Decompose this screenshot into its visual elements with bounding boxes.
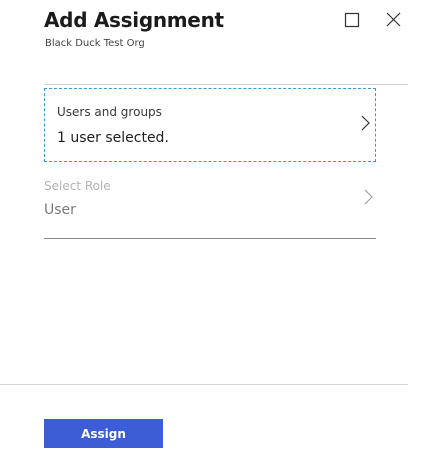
maximize-button[interactable] bbox=[343, 10, 361, 28]
assign-button[interactable]: Assign bbox=[44, 419, 163, 448]
select-role-field: Select Role User bbox=[44, 170, 376, 239]
chevron-right-icon bbox=[364, 189, 373, 205]
close-icon bbox=[386, 12, 401, 27]
header-divider bbox=[44, 84, 408, 85]
select-role-label: Select Role bbox=[44, 179, 111, 193]
users-and-groups-value: 1 user selected. bbox=[57, 130, 169, 146]
users-and-groups-field[interactable]: Users and groups 1 user selected. bbox=[44, 88, 376, 162]
maximize-icon bbox=[344, 12, 360, 28]
add-assignment-blade: Add Assignment Black Duck Test Org Users… bbox=[0, 0, 444, 464]
close-button[interactable] bbox=[384, 10, 402, 28]
page-title: Add Assignment bbox=[44, 8, 224, 32]
users-and-groups-label: Users and groups bbox=[57, 105, 162, 119]
page-subtitle: Black Duck Test Org bbox=[45, 38, 145, 49]
select-role-value: User bbox=[44, 202, 76, 218]
chevron-right-icon bbox=[361, 115, 370, 131]
footer-divider bbox=[0, 384, 408, 385]
